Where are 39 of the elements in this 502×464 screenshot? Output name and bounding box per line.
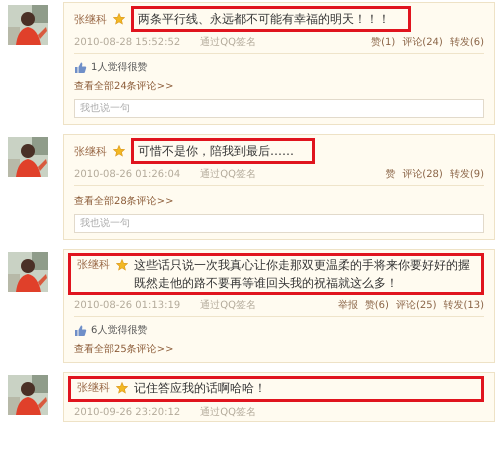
- star-icon: [113, 145, 125, 157]
- view-comments-link[interactable]: 查看全部25条评论>>: [74, 342, 484, 356]
- action-link[interactable]: 转发(13): [443, 298, 484, 312]
- view-comments-link[interactable]: 查看全部24条评论>>: [74, 79, 484, 93]
- action-link[interactable]: 举报: [338, 298, 358, 312]
- action-link[interactable]: 评论(24): [402, 35, 443, 49]
- author-link[interactable]: 张继科: [77, 256, 110, 274]
- thumbs-up-icon: [74, 324, 87, 336]
- action-link[interactable]: 转发(6): [450, 35, 484, 49]
- post-time: 2010-09-26 23:20:12: [74, 406, 180, 418]
- action-link[interactable]: 评论(28): [402, 167, 443, 181]
- post-time: 2010-08-26 01:26:04: [74, 168, 180, 180]
- view-comments-link[interactable]: 查看全部28条评论>>: [74, 194, 484, 208]
- action-link[interactable]: 转发(9): [450, 167, 484, 181]
- post-source: 通过QQ签名: [200, 406, 256, 419]
- action-link[interactable]: 赞(6): [364, 298, 389, 312]
- comment-field[interactable]: 我也说一句: [74, 214, 484, 233]
- post-time: 2010-08-26 01:13:19: [74, 300, 180, 310]
- post-text: 这些话只说一次我真心让你走那双更温柔的手将来你要好好的握既然走他的路不要再等谁回头我的祝福就这么多！: [134, 257, 471, 292]
- star-icon: [116, 259, 128, 271]
- star-icon: [116, 382, 128, 394]
- thumbs-up-icon: [74, 60, 87, 74]
- post-text: 两条平行线、永远都不可能有幸福的明天！！！: [131, 6, 411, 32]
- action-link[interactable]: 赞(1): [371, 35, 396, 49]
- author-link[interactable]: 张继科: [74, 144, 107, 158]
- comment-field[interactable]: 我也说一句: [74, 99, 484, 118]
- likes-text: 6人觉得很赞: [91, 324, 148, 337]
- post-source: 通过QQ签名: [200, 168, 256, 181]
- action-link[interactable]: 评论(25): [396, 298, 436, 312]
- post-text: 可惜不是你，陪我到最后……: [131, 138, 315, 164]
- action-link[interactable]: 赞: [385, 167, 396, 181]
- post-source: 通过QQ签名: [200, 298, 256, 312]
- author-link[interactable]: 张继科: [77, 379, 110, 397]
- star-icon: [113, 13, 125, 25]
- likes-text: 1人觉得很赞: [91, 61, 148, 74]
- post-source: 通过QQ签名: [200, 36, 256, 49]
- author-link[interactable]: 张继科: [74, 12, 107, 26]
- post-text: 记住答应我的话啊哈哈！: [134, 380, 266, 397]
- post-time: 2010-08-28 15:52:52: [74, 36, 180, 48]
